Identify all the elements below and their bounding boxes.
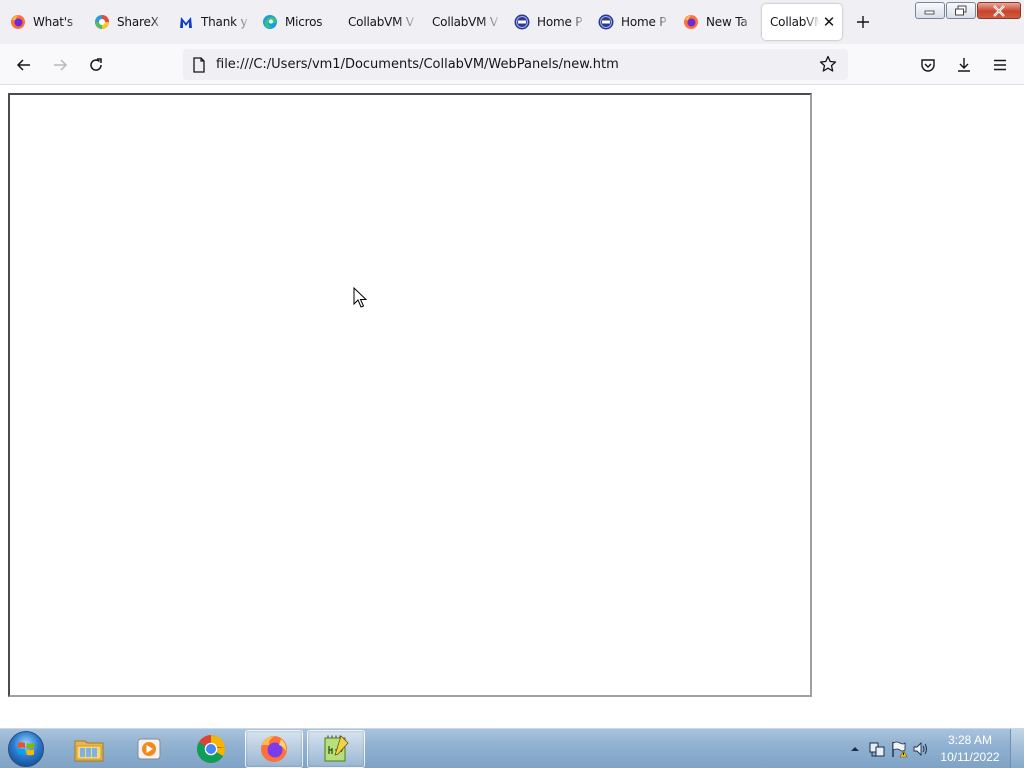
web-panel-frame[interactable] (8, 93, 812, 697)
tab-sharex[interactable]: ShareX (86, 4, 166, 40)
sharex-icon (94, 14, 110, 30)
tab-collabvm-active[interactable]: CollabVM ✕ (762, 4, 842, 40)
address-bar[interactable] (183, 49, 848, 80)
edge-icon (262, 14, 278, 30)
show-desktop-button[interactable] (1010, 729, 1024, 768)
tab-strip: What's ShareX Thank y Micros CollabVM V … (0, 0, 1024, 44)
taskbar-firefox[interactable] (245, 730, 303, 768)
pre-icon (514, 14, 530, 30)
windows-explorer-icon (74, 740, 104, 762)
close-tab-icon[interactable]: ✕ (820, 13, 838, 31)
tab-thank[interactable]: Thank y (170, 4, 250, 40)
tab-collabvm-1[interactable]: CollabVM V (338, 4, 418, 40)
clock-time: 3:28 AM (947, 733, 993, 747)
tab-new-tab[interactable]: New Ta (675, 4, 755, 40)
back-arrow-icon (16, 59, 30, 71)
pre-icon (598, 14, 614, 30)
tab-title: Thank y (201, 15, 248, 29)
tab-title: What's (33, 15, 73, 29)
windows-logo-icon (8, 731, 44, 767)
taskbar-media-player[interactable] (120, 730, 178, 768)
url-input[interactable] (216, 57, 796, 72)
tab-home-1[interactable]: Home P (506, 4, 586, 40)
tab-home-2[interactable]: Home P (590, 4, 670, 40)
back-button[interactable] (11, 52, 37, 78)
tab-whats[interactable]: What's (2, 4, 82, 40)
tab-collabvm-2[interactable]: CollabVM V (422, 4, 502, 40)
firefox-icon (261, 736, 287, 762)
firefox-icon (683, 14, 699, 30)
bookmark-star-icon[interactable] (818, 54, 838, 74)
tab-title: New Ta (706, 15, 748, 29)
mouse-cursor-icon (353, 287, 368, 308)
navigation-toolbar (0, 44, 1024, 85)
firefox-icon (10, 14, 26, 30)
close-window-button[interactable] (977, 2, 1021, 19)
tab-title: CollabVM (770, 15, 820, 29)
forward-arrow-icon (54, 59, 68, 71)
tab-title: Home P (537, 15, 583, 29)
download-icon (958, 58, 970, 72)
chrome-icon (196, 734, 226, 763)
tab-title: CollabVM V (432, 15, 498, 29)
taskbar-windows-explorer[interactable] (60, 730, 118, 768)
menu-button[interactable] (987, 52, 1013, 78)
taskbar-chrome[interactable] (182, 730, 240, 768)
reload-icon (90, 58, 102, 71)
tab-title: Home P (621, 15, 667, 29)
downloads-button[interactable] (951, 52, 977, 78)
taskbar-notepad-plus-plus[interactable] (307, 730, 365, 768)
system-tray: 3:28 AM 10/11/2022 (844, 729, 1004, 768)
new-tab-icon[interactable] (852, 11, 874, 33)
taskbar: 3:28 AM 10/11/2022 (0, 728, 1024, 768)
restore-button[interactable] (946, 2, 976, 19)
media-player-icon (137, 738, 161, 760)
tab-title: Micros (285, 15, 323, 29)
forward-button[interactable] (47, 52, 73, 78)
network-icon[interactable] (866, 738, 888, 760)
tab-microsoft[interactable]: Micros (254, 4, 334, 40)
volume-icon[interactable] (910, 738, 932, 760)
show-hidden-icons-button[interactable] (844, 738, 866, 760)
clock-date: 10/11/2022 (940, 750, 1000, 764)
tab-title: ShareX (117, 15, 159, 29)
window-controls (915, 2, 1021, 19)
malwarebytes-icon (178, 14, 194, 30)
pocket-button[interactable] (915, 52, 941, 78)
page-icon (190, 56, 208, 74)
tab-title: CollabVM V (348, 15, 414, 29)
notepad-plus-plus-icon (324, 735, 349, 762)
pocket-icon (921, 59, 935, 72)
start-button[interactable] (5, 730, 47, 768)
minimize-button[interactable] (915, 2, 945, 19)
taskbar-clock[interactable]: 3:28 AM 10/11/2022 (936, 732, 1004, 766)
action-center-flag-icon[interactable] (888, 738, 910, 760)
hamburger-menu-icon (994, 59, 1006, 71)
chevron-up-icon (851, 747, 859, 751)
reload-button[interactable] (83, 52, 109, 78)
